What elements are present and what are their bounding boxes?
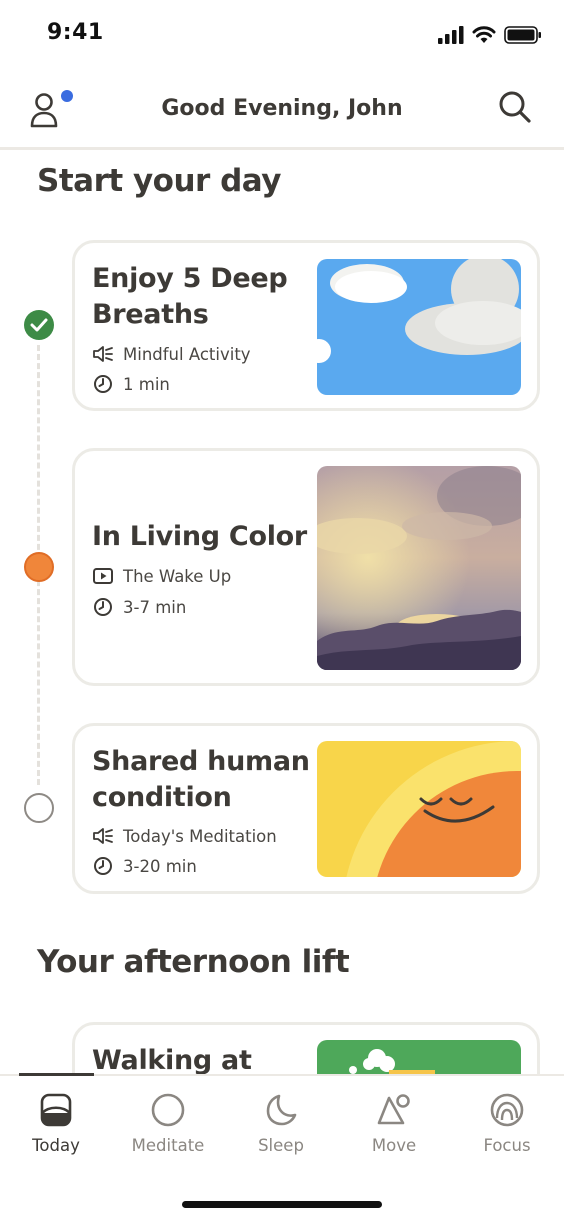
section-title-start-day: Start your day: [37, 163, 281, 199]
card-image-sun: [317, 741, 521, 877]
tab-sleep[interactable]: Sleep: [231, 1092, 331, 1162]
card-title: Enjoy 5 Deep Breaths: [92, 263, 288, 330]
card-duration-label: 3-20 min: [123, 856, 197, 876]
today-icon: [40, 1093, 72, 1127]
timeline-node-current: [24, 552, 54, 582]
signal-icon: [438, 26, 464, 44]
card-duration: 3-7 min: [92, 596, 186, 618]
audio-icon: [92, 343, 114, 365]
tab-focus[interactable]: Focus: [457, 1092, 557, 1162]
tab-label: Sleep: [258, 1136, 304, 1155]
greeting: Good Evening, John: [161, 96, 403, 121]
tab-label: Focus: [483, 1136, 531, 1155]
tab-move[interactable]: Move: [344, 1092, 444, 1162]
card-duration-label: 1 min: [123, 374, 170, 394]
section-title-afternoon: Your afternoon lift: [37, 944, 350, 980]
card-image-sky: [317, 259, 521, 395]
tab-label: Meditate: [131, 1136, 205, 1155]
card-title: Shared human condition: [92, 746, 310, 813]
card-duration: 1 min: [92, 373, 170, 395]
tab-label: Today: [32, 1136, 80, 1155]
clock-icon: [92, 596, 114, 618]
activity-card[interactable]: Shared human condition Today's Meditatio…: [72, 723, 540, 894]
meditate-icon: [151, 1093, 185, 1127]
status-bar: 9:41: [0, 0, 564, 70]
status-time: 9:41: [47, 20, 104, 45]
move-icon: [377, 1094, 410, 1125]
home-indicator: [182, 1201, 382, 1208]
focus-icon: [490, 1093, 524, 1127]
status-icons: [438, 24, 542, 46]
card-type-label: Today's Meditation: [123, 826, 277, 846]
activity-card[interactable]: In Living Color The Wake Up 3-7 min: [72, 448, 540, 686]
search-icon: [499, 91, 531, 123]
card-type: Mindful Activity: [92, 343, 251, 365]
audio-icon: [92, 825, 114, 847]
tab-bar: Today Meditate Sleep Move Focus: [0, 1073, 564, 1221]
wifi-icon: [472, 26, 496, 43]
battery-icon: [504, 26, 541, 44]
timeline-node-pending: [24, 793, 54, 823]
card-type: The Wake Up: [92, 565, 231, 587]
moon-icon: [266, 1094, 297, 1126]
video-icon: [92, 565, 114, 587]
tab-label: Move: [371, 1136, 417, 1155]
card-duration: 3-20 min: [92, 855, 197, 877]
card-duration-label: 3-7 min: [123, 597, 187, 617]
card-image-clouds: [317, 466, 521, 670]
card-type-label: Mindful Activity: [123, 344, 251, 364]
active-tab-indicator: [19, 1073, 94, 1076]
timeline-node-completed: [24, 310, 54, 340]
card-type-label: The Wake Up: [123, 566, 232, 586]
card-type: Today's Meditation: [92, 825, 277, 847]
clock-icon: [92, 855, 114, 877]
card-title: In Living Color: [92, 521, 307, 552]
search-button[interactable]: [498, 90, 534, 126]
tab-today[interactable]: Today: [6, 1092, 106, 1162]
app-header: Good Evening, John: [0, 70, 564, 150]
clock-icon: [92, 373, 114, 395]
check-icon: [30, 318, 48, 332]
activity-card[interactable]: Enjoy 5 Deep Breaths Mindful Activity 1 …: [72, 240, 540, 411]
tab-meditate[interactable]: Meditate: [118, 1092, 218, 1162]
